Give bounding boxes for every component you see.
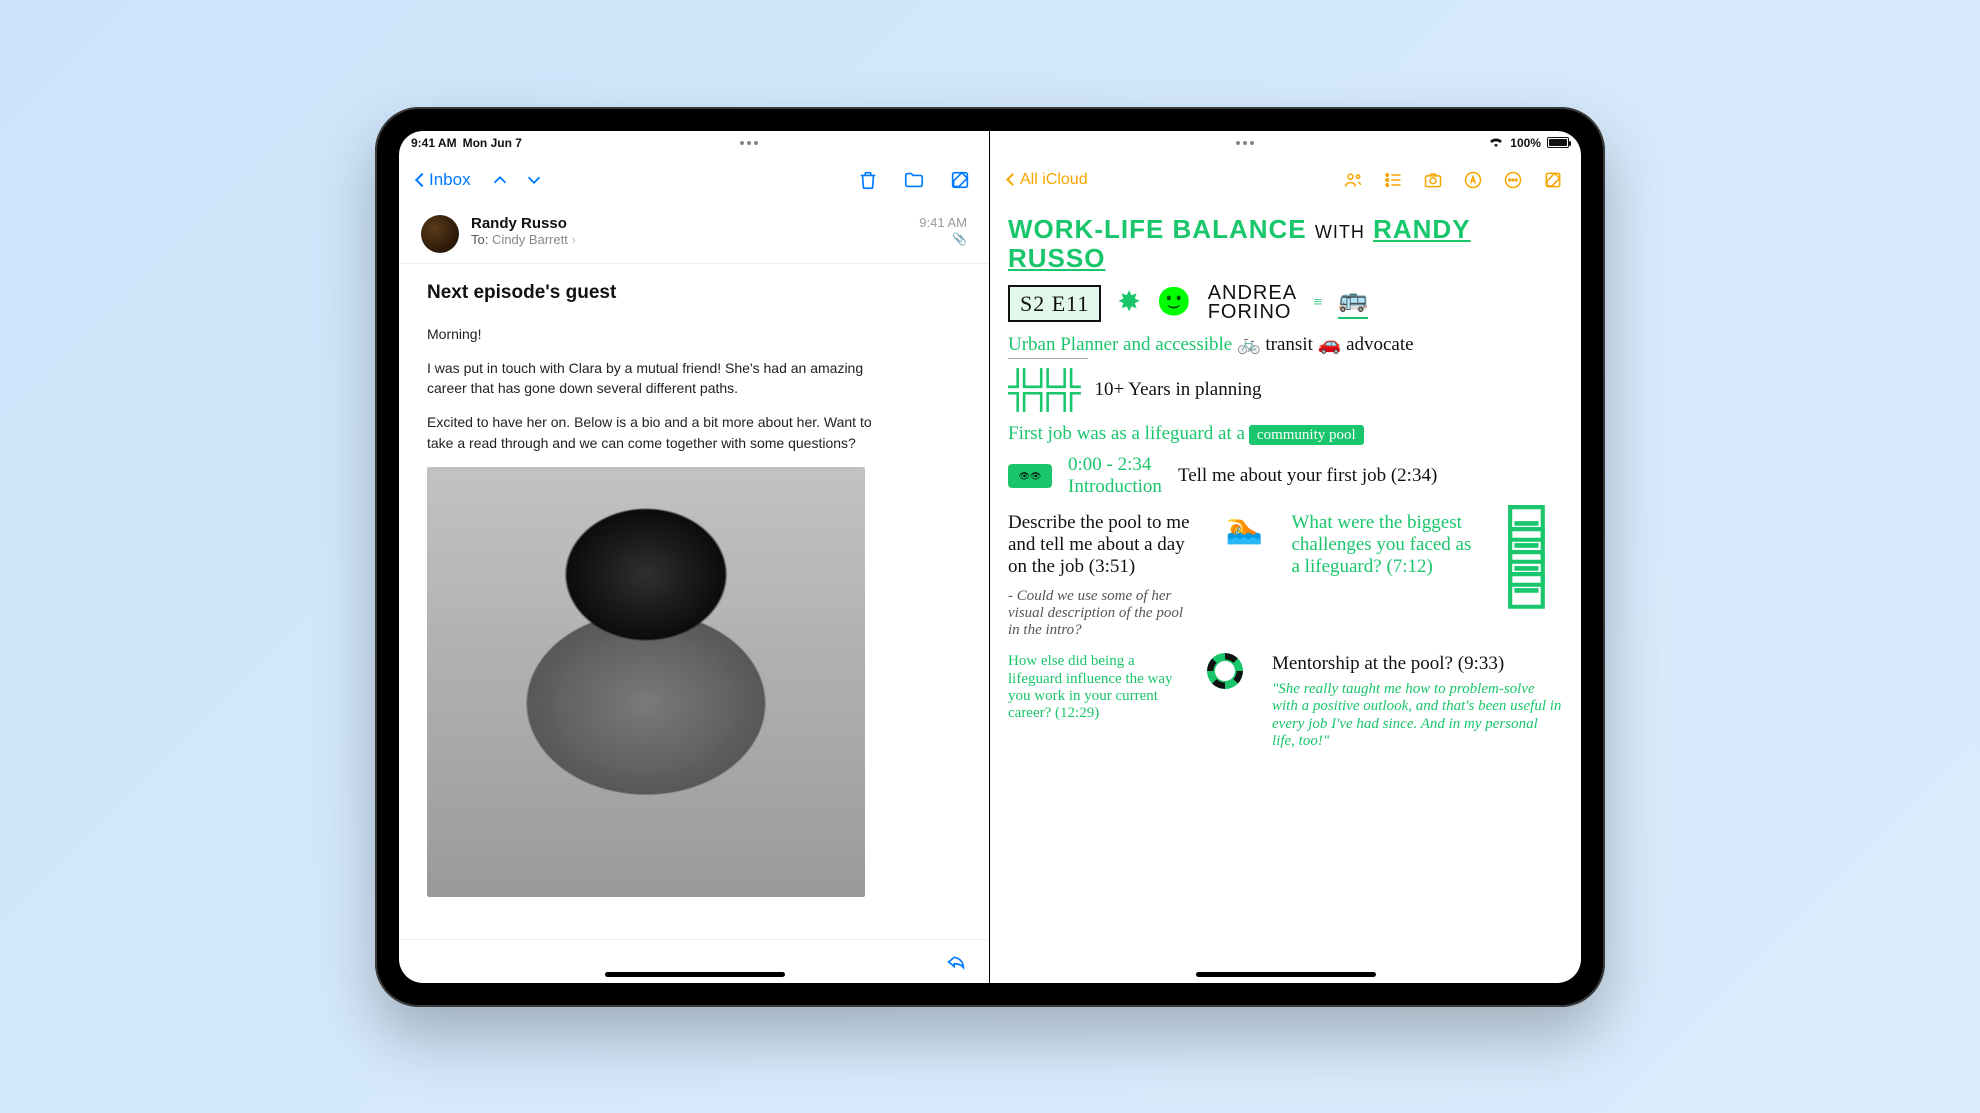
sparkle-icon: ✸ [1117, 287, 1140, 319]
chevron-left-icon [415, 172, 429, 186]
move-folder-button[interactable] [903, 169, 925, 191]
home-indicator[interactable] [605, 972, 785, 977]
ipad-screen: 9:41 AM Mon Jun 7 Inbox [399, 131, 1581, 983]
markup-button[interactable] [1463, 170, 1483, 190]
episode-row: S2 E11 ✸ 🙂 ANDREAFORINO ≡ 🚌 [1008, 284, 1563, 322]
ladder-icon: ⊟⊟⊟⊟ [1503, 512, 1563, 602]
episode-tag: S2 E11 [1008, 285, 1101, 322]
attached-photo[interactable] [427, 467, 865, 897]
status-date: Mon Jun 7 [463, 136, 522, 150]
wifi-icon [1488, 135, 1504, 150]
note-canvas[interactable]: WORK-LIFE BALANCE WITH RANDY RUSSO S2 E1… [990, 205, 1581, 983]
years-line: 10+ Years in planning [1095, 379, 1262, 401]
grid-years-row: ╬╬╬ 10+ Years in planning [1008, 369, 1563, 410]
chevron-right-icon: › [571, 232, 575, 247]
notes-back-button[interactable]: All iCloud [1008, 171, 1088, 189]
guest-name: ANDREAFORINO [1208, 284, 1297, 322]
mail-back-label: Inbox [429, 170, 471, 190]
status-bar-left: 9:41 AM Mon Jun 7 [399, 131, 989, 155]
car-icon: 🚗 [1318, 334, 1342, 355]
sender-name[interactable]: Randy Russo [471, 215, 907, 232]
firstjob-line: First job was as a lifeguard at a [1008, 423, 1245, 444]
ipad-device-frame: 9:41 AM Mon Jun 7 Inbox [375, 107, 1605, 1007]
recipient-name[interactable]: Cindy Barrett [492, 232, 568, 247]
sender-avatar[interactable] [421, 215, 459, 253]
chevron-left-icon [1006, 173, 1019, 186]
message-paragraph: Morning! [427, 324, 897, 344]
map-grid-icon: ╬╬╬ [1008, 369, 1079, 410]
multitask-dots-icon[interactable] [1236, 141, 1254, 145]
mail-toolbar: Inbox [399, 155, 989, 205]
note-title: WORK-LIFE BALANCE WITH RANDY RUSSO [1008, 215, 1563, 275]
reply-button[interactable] [945, 950, 967, 972]
face-doodle-icon: 🙂 [1157, 287, 1192, 319]
battery-percent: 100% [1510, 136, 1541, 150]
question-4: How else did being a lifeguard influence… [1008, 653, 1178, 722]
multitask-dots-icon[interactable] [740, 141, 758, 145]
delete-button[interactable] [857, 169, 879, 191]
message-subject: Next episode's guest [427, 282, 961, 304]
notes-app-pane: 100% All iCloud [990, 131, 1581, 983]
lifebuoy-icon [1207, 653, 1243, 689]
notes-back-label: All iCloud [1020, 171, 1088, 189]
question-5-quote: "She really taught me how to problem-sol… [1272, 681, 1563, 750]
next-message-button[interactable] [523, 169, 545, 191]
bus-icon: 🚌 [1338, 287, 1368, 319]
new-note-button[interactable] [1543, 170, 1563, 190]
intro-timestamp: 0:00 - 2:34Introduction [1068, 454, 1162, 498]
home-indicator[interactable] [1196, 972, 1376, 977]
message-body[interactable]: Next episode's guest Morning! I was put … [399, 264, 989, 939]
share-collaborate-button[interactable] [1343, 170, 1363, 190]
audio-clip-icon[interactable] [1008, 464, 1052, 488]
format-button[interactable] [1383, 170, 1403, 190]
question-3: What were the biggest challenges you fac… [1292, 512, 1482, 578]
question-2-sub: - Could we use some of her visual descri… [1008, 588, 1198, 640]
question-5: Mentorship at the pool? (9:33) [1272, 653, 1563, 675]
message-timestamp: 9:41 AM [919, 215, 967, 230]
message-header: Randy Russo To: Cindy Barrett › 9:41 AM … [399, 205, 989, 264]
camera-button[interactable] [1423, 170, 1443, 190]
note-tagline: Urban Planner and accessible 🚲 transit 🚗… [1008, 334, 1414, 355]
more-button[interactable] [1503, 170, 1523, 190]
lines-icon: ≡ [1313, 294, 1322, 312]
community-pool-tag: community pool [1249, 425, 1364, 445]
question-1: Tell me about your first job (2:34) [1178, 465, 1437, 487]
status-bar-right: 100% [990, 131, 1581, 155]
question-2: Describe the pool to me and tell me abou… [1008, 512, 1198, 578]
message-paragraph: Excited to have her on. Below is a bio a… [427, 412, 897, 453]
bicycle-icon: 🚲 [1237, 334, 1261, 355]
attachment-icon: 📎 [919, 232, 967, 246]
message-paragraph: I was put in touch with Clara by a mutua… [427, 358, 897, 399]
mail-back-button[interactable]: Inbox [417, 170, 471, 190]
pool-ladder-icon: 🏊 [1226, 512, 1263, 545]
battery-icon [1547, 137, 1569, 148]
compose-button[interactable] [949, 169, 971, 191]
status-time: 9:41 AM [411, 136, 457, 150]
mail-app-pane: 9:41 AM Mon Jun 7 Inbox [399, 131, 990, 983]
prev-message-button[interactable] [489, 169, 511, 191]
to-label: To: [471, 232, 488, 247]
notes-toolbar: All iCloud [990, 155, 1581, 205]
